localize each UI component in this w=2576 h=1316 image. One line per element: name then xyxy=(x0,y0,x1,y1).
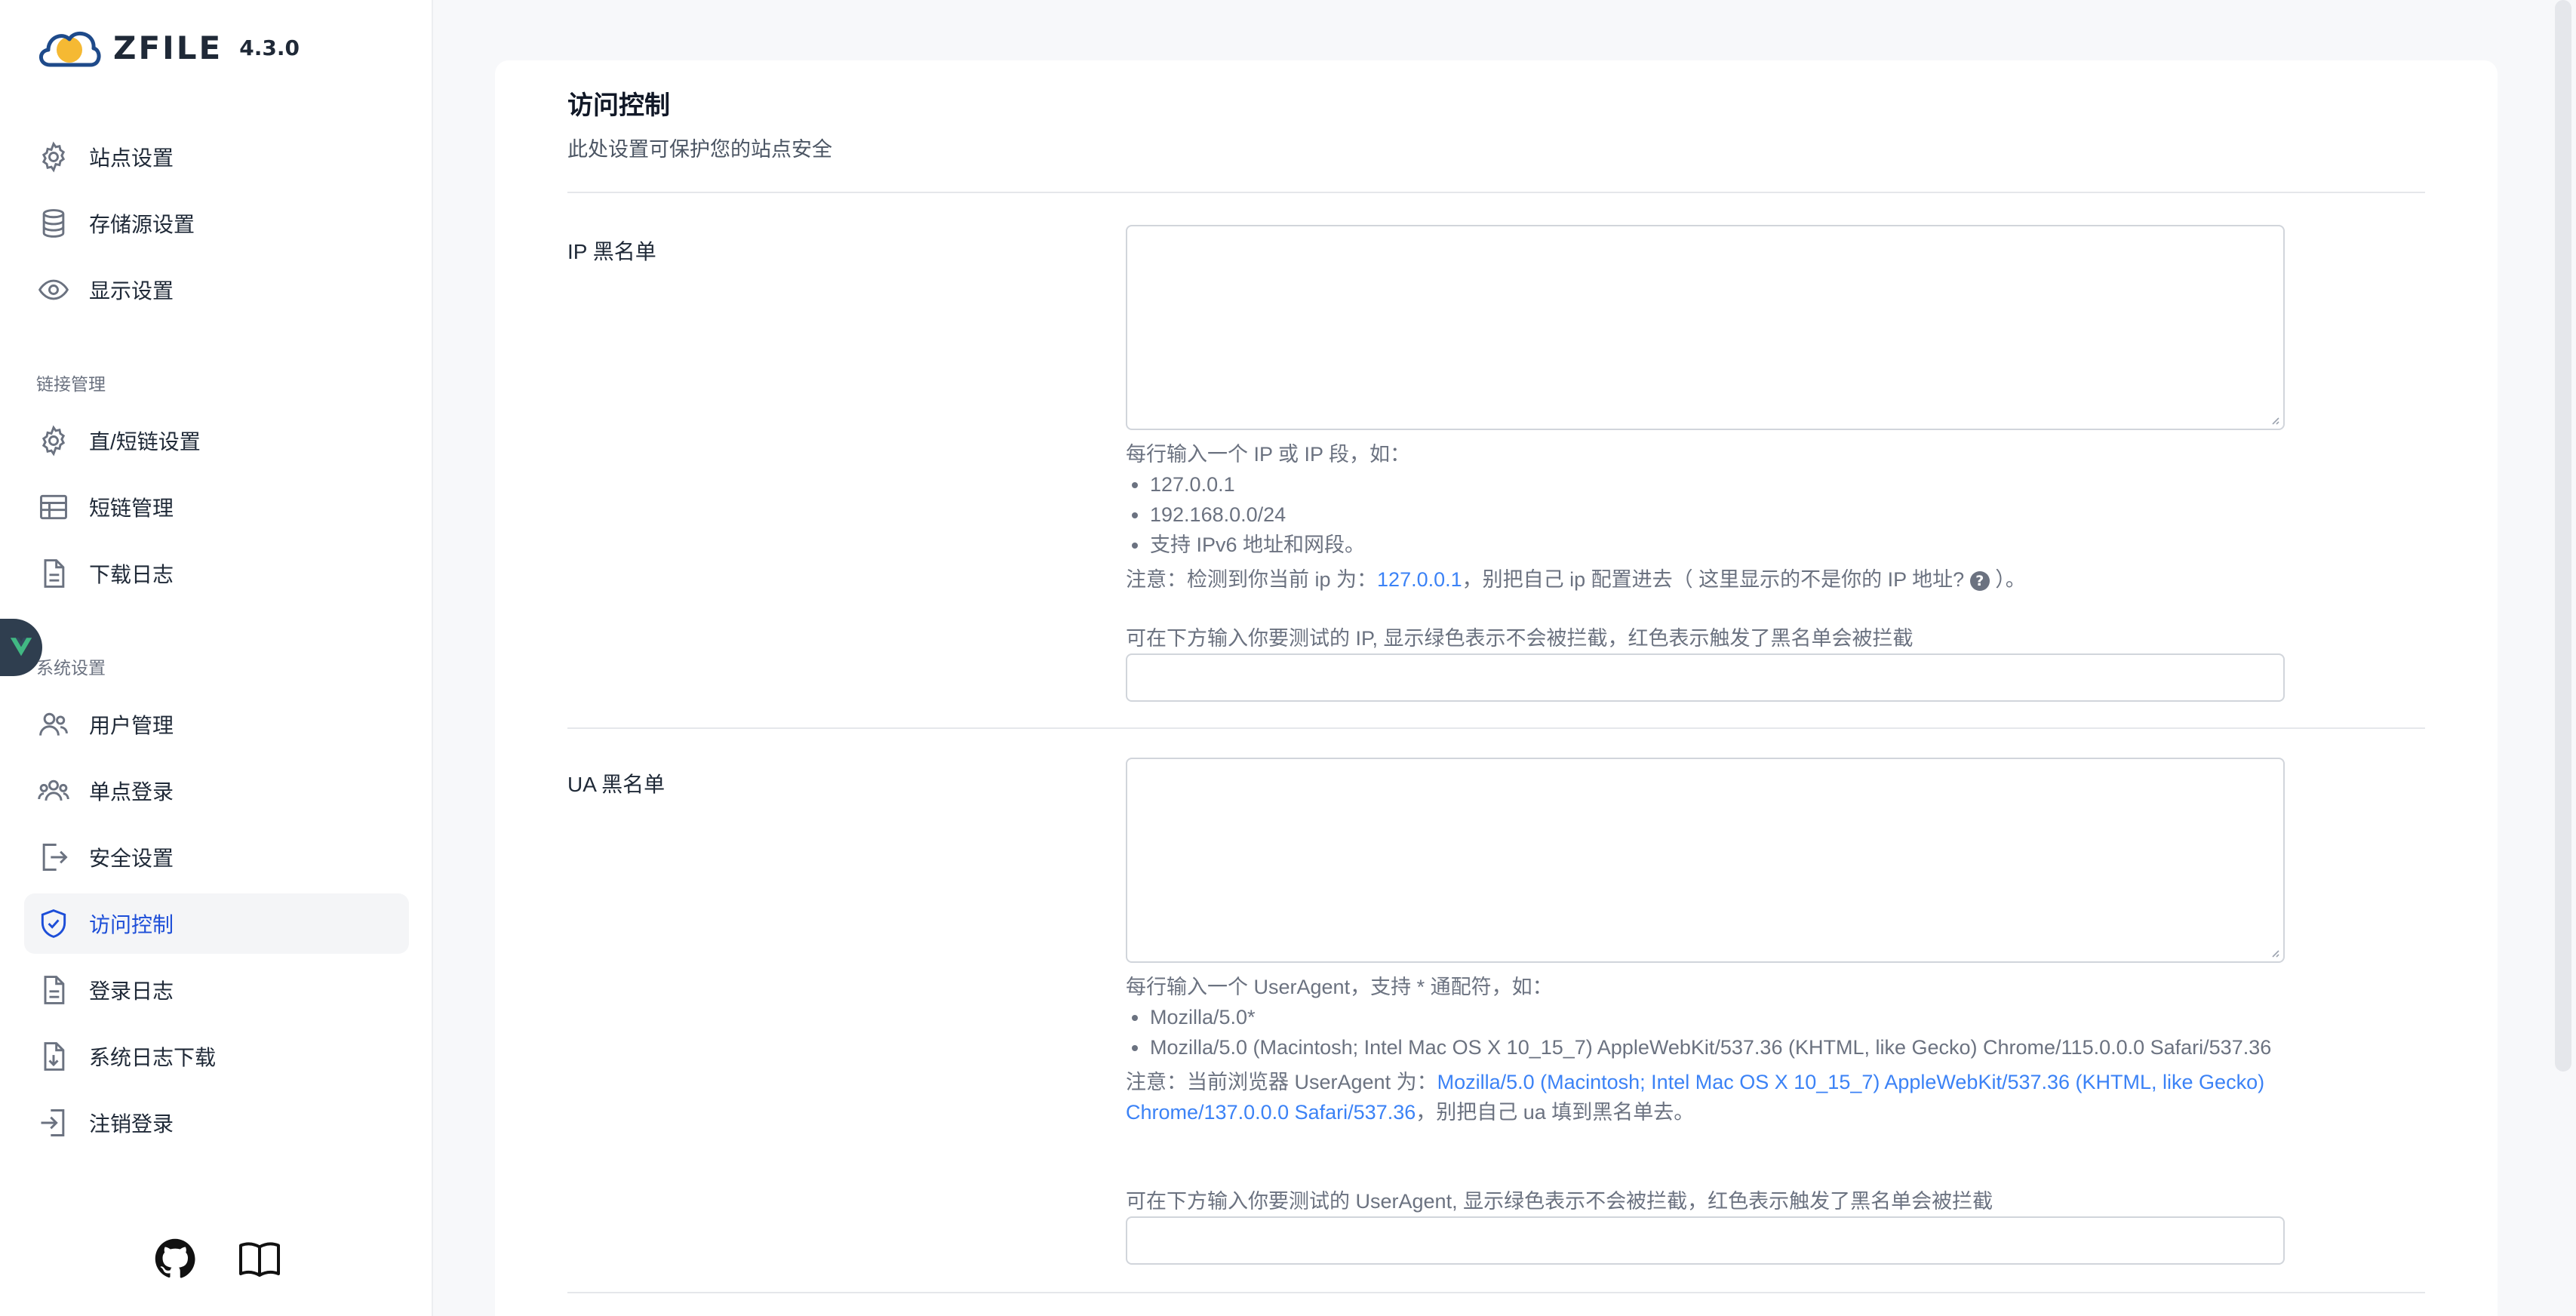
ua-examples-list: Mozilla/5.0* Mozilla/5.0 (Macintosh; Int… xyxy=(1126,1002,2285,1062)
list-item: Mozilla/5.0 (Macintosh; Intel Mac OS X 1… xyxy=(1126,1032,2285,1062)
section-divider xyxy=(567,192,2425,193)
sidebar-item-label: 存储源设置 xyxy=(89,213,195,236)
ip-examples-list: 127.0.0.1 192.168.0.0/24 支持 IPv6 地址和网段。 xyxy=(1126,469,2285,560)
section-label-system-settings: 系统设置 xyxy=(36,658,106,678)
resize-handle-icon[interactable] xyxy=(2268,414,2280,426)
sidebar-item-system-log-download[interactable]: 系统日志下载 xyxy=(24,1026,409,1087)
current-ip-value: 127.0.0.1 xyxy=(1377,568,1462,591)
book-icon[interactable] xyxy=(237,1236,282,1281)
footer-links xyxy=(152,1236,282,1281)
login-icon xyxy=(24,1106,83,1139)
ua-blacklist-label: UA 黑名单 xyxy=(567,773,666,796)
ip-help-intro: 每行输入一个 IP 或 IP 段，如： xyxy=(1126,443,1411,466)
sidebar-item-label: 显示设置 xyxy=(89,279,174,303)
sidebar-item-logout[interactable]: 注销登录 xyxy=(24,1093,409,1153)
sidebar-item-label: 站点设置 xyxy=(89,146,174,170)
ua-test-hint: 可在下方输入你要测试的 UserAgent, 显示绿色表示不会被拦截，红色表示触… xyxy=(1126,1190,1993,1213)
logout-icon xyxy=(24,841,83,874)
page-title: 访问控制 xyxy=(567,91,670,120)
user-group-icon xyxy=(24,774,83,807)
sidebar-item-label: 直/短链设置 xyxy=(89,430,201,454)
sidebar-item-user-management[interactable]: 用户管理 xyxy=(24,694,409,755)
sidebar-item-label: 登录日志 xyxy=(89,979,174,1003)
sidebar: ZFILE 4.3.0 站点设置 存储源设置 显示设置 链接管理 直/短链设置 … xyxy=(0,0,433,1316)
ua-test-input[interactable] xyxy=(1126,1216,2285,1265)
sidebar-item-link-settings[interactable]: 直/短链设置 xyxy=(24,410,409,471)
gear-icon xyxy=(24,424,83,457)
sidebar-item-storage-settings[interactable]: 存储源设置 xyxy=(24,193,409,254)
cloud-logo-icon xyxy=(39,31,101,67)
sidebar-item-access-control[interactable]: 访问控制 xyxy=(24,893,409,954)
ip-note-end: ）。 xyxy=(1989,568,2026,591)
list-item: 支持 IPv6 地址和网段。 xyxy=(1126,530,2285,560)
help-question-icon[interactable]: ? xyxy=(1969,570,1990,591)
ip-note: 注意：检测到你当前 ip 为：127.0.0.1，别把自己 ip 配置进去（ 这… xyxy=(1126,564,2285,595)
sidebar-item-login-log[interactable]: 登录日志 xyxy=(24,960,409,1020)
ip-test-input[interactable] xyxy=(1126,653,2285,702)
app-logo[interactable]: ZFILE 4.3.0 xyxy=(35,21,300,74)
database-icon xyxy=(24,207,83,240)
gear-icon xyxy=(24,140,83,174)
page-scrollbar[interactable] xyxy=(2555,0,2571,1072)
github-icon[interactable] xyxy=(152,1236,198,1281)
ip-note-suffix: ，别把自己 ip 配置进去（ 这里显示的不是你的 IP 地址? xyxy=(1462,568,1970,591)
ip-blacklist-textarea[interactable] xyxy=(1126,225,2285,430)
app-version: 4.3.0 xyxy=(239,35,300,60)
ua-note-suffix: ，别把自己 ua 填到黑名单去。 xyxy=(1416,1101,1695,1124)
ip-blacklist-label: IP 黑名单 xyxy=(567,240,656,263)
shield-check-icon xyxy=(24,907,83,940)
access-control-card: 访问控制 此处设置可保护您的站点安全 IP 黑名单 每行输入一个 IP 或 IP… xyxy=(495,60,2498,1316)
sidebar-item-display-settings[interactable]: 显示设置 xyxy=(24,260,409,320)
sidebar-item-label: 下载日志 xyxy=(89,563,174,586)
section-label-link-management: 链接管理 xyxy=(36,374,106,394)
page-subtitle: 此处设置可保护您的站点安全 xyxy=(567,138,832,161)
sidebar-item-label: 单点登录 xyxy=(89,780,174,804)
sidebar-item-download-log[interactable]: 下载日志 xyxy=(24,543,409,604)
sidebar-item-security-settings[interactable]: 安全设置 xyxy=(24,827,409,887)
app-name: ZFILE xyxy=(113,29,223,66)
vue-logo-icon xyxy=(10,638,32,656)
ua-note-prefix: 注意：当前浏览器 UserAgent 为： xyxy=(1126,1071,1437,1093)
document-icon xyxy=(24,557,83,590)
table-icon xyxy=(24,490,83,524)
ua-blacklist-textarea[interactable] xyxy=(1126,758,2285,963)
ip-note-prefix: 注意：检测到你当前 ip 为： xyxy=(1126,568,1378,591)
document-download-icon xyxy=(24,1040,83,1073)
list-item: 127.0.0.1 xyxy=(1126,469,2285,500)
resize-handle-icon[interactable] xyxy=(2268,946,2280,958)
sidebar-item-short-link-management[interactable]: 短链管理 xyxy=(24,477,409,537)
ua-note: 注意：当前浏览器 UserAgent 为：Mozilla/5.0 (Macint… xyxy=(1126,1067,2285,1127)
ip-test-hint: 可在下方输入你要测试的 IP, 显示绿色表示不会被拦截，红色表示触发了黑名单会被… xyxy=(1126,627,1914,650)
sidebar-item-label: 短链管理 xyxy=(89,497,174,520)
list-item: 192.168.0.0/24 xyxy=(1126,500,2285,530)
ua-blacklist-help: 每行输入一个 UserAgent，支持 * 通配符，如： Mozilla/5.0… xyxy=(1126,972,2285,1127)
sidebar-item-site-settings[interactable]: 站点设置 xyxy=(24,127,409,187)
eye-icon xyxy=(24,273,83,306)
ua-help-intro: 每行输入一个 UserAgent，支持 * 通配符，如： xyxy=(1126,976,1553,998)
sidebar-item-label: 注销登录 xyxy=(89,1112,174,1136)
section-divider xyxy=(567,1292,2425,1293)
ip-blacklist-help: 每行输入一个 IP 或 IP 段，如： 127.0.0.1 192.168.0.… xyxy=(1126,439,2285,595)
sidebar-item-label: 安全设置 xyxy=(89,847,174,870)
list-item: Mozilla/5.0* xyxy=(1126,1002,2285,1032)
section-divider xyxy=(567,727,2425,729)
sidebar-item-label: 访问控制 xyxy=(89,913,174,936)
sidebar-item-label: 用户管理 xyxy=(89,714,174,737)
sidebar-item-label: 系统日志下载 xyxy=(89,1046,217,1069)
document-icon xyxy=(24,973,83,1007)
sidebar-item-sso[interactable]: 单点登录 xyxy=(24,761,409,821)
users-icon xyxy=(24,708,83,741)
